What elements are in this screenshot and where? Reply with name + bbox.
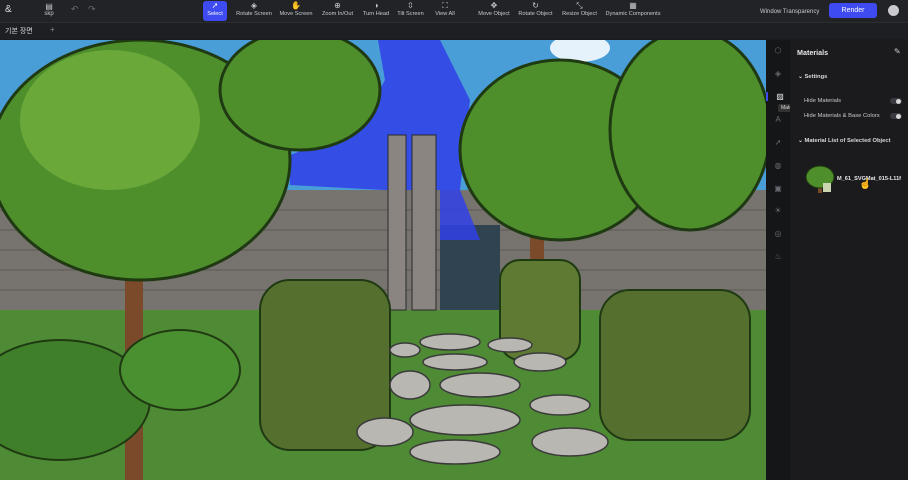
tree-canopy-far-right — [608, 40, 766, 232]
image-icon[interactable]: ▣ — [766, 184, 790, 193]
panel-title: Materials — [797, 48, 829, 57]
tool-move-object[interactable]: ✥ Move Object — [477, 1, 511, 21]
text-icon[interactable]: A — [766, 115, 790, 124]
undo-button[interactable]: ↶ — [71, 4, 79, 15]
materials-panel: Materials ✎ ⌄ Settings Hide Materials Hi… — [790, 40, 908, 480]
resize-object-icon: ⤡ — [576, 1, 583, 10]
arrow-icon[interactable]: ➚ — [766, 138, 790, 147]
rotate-object-icon: ↻ — [532, 1, 539, 10]
redo-button[interactable]: ↷ — [88, 4, 96, 15]
tool-rotate-screen-label: Rotate Screen — [236, 11, 272, 17]
app-logo-icon[interactable]: & — [5, 4, 12, 15]
hand-icon: ✋ — [291, 1, 301, 10]
pillar-left — [387, 134, 407, 311]
render-button[interactable]: Render — [829, 3, 877, 18]
hide-materials-toggle[interactable] — [890, 98, 902, 104]
pillar-right — [411, 134, 437, 311]
materials-icon[interactable]: ▨ — [766, 92, 792, 101]
cursor-icon: ➚ — [211, 1, 219, 10]
tool-zoom-label: Zoom In/Out — [321, 11, 354, 17]
dynamic-components-icon: ▦ — [629, 1, 637, 10]
tilt-screen-icon: ⇳ — [407, 1, 414, 10]
chevron-down-icon: ⌄ — [798, 138, 803, 144]
zoom-icon: ⊕ — [334, 1, 341, 10]
tool-tilt-screen-label: Tilt Screen — [397, 11, 424, 17]
tool-rotate-screen[interactable]: ◈ Rotate Screen — [235, 1, 273, 21]
tool-dynamic-components[interactable]: ▦ Dynamic Components — [604, 1, 662, 21]
tool-rotate-object[interactable]: ↻ Rotate Object — [517, 1, 554, 21]
settings-section-toggle[interactable]: ⌄ Settings — [798, 74, 827, 80]
add-scene-button[interactable]: + — [50, 25, 55, 34]
tree-canopy-mid — [218, 40, 382, 152]
tool-resize-object[interactable]: ⤡ Resize Object — [561, 1, 598, 21]
hide-materials-label: Hide Materials — [804, 98, 842, 104]
settings-heading: Settings — [804, 74, 828, 80]
tool-dynamic-components-label: Dynamic Components — [605, 11, 661, 17]
tool-tilt-screen[interactable]: ⇳ Tilt Screen — [396, 1, 425, 21]
tool-turn-head[interactable]: ◑ Turn Head — [361, 1, 391, 21]
tool-resize-object-label: Resize Object — [562, 11, 597, 17]
avatar[interactable] — [888, 5, 899, 16]
chevron-down-icon: ⌄ — [798, 74, 803, 80]
mouse-cursor-icon: ☝ — [859, 179, 872, 190]
tool-move-screen-label: Move Screen — [279, 11, 313, 17]
layers-icon[interactable]: ◈ — [766, 69, 790, 78]
cube-icon[interactable]: ⬡ — [766, 46, 790, 55]
material-list-heading: Material List of Selected Object — [804, 138, 891, 144]
hide-materials-base-label: Hide Materials & Base Colors — [804, 113, 880, 119]
tool-move-object-label: Move Object — [478, 11, 510, 17]
tool-turn-head-label: Turn Head — [362, 11, 390, 17]
sun-icon[interactable]: ☀ — [766, 206, 790, 215]
move-object-icon: ✥ — [490, 1, 498, 10]
view-all-icon: ⛶ — [442, 1, 448, 10]
tool-select[interactable]: ➚ Select — [203, 1, 227, 21]
tool-select-label: Select — [207, 11, 223, 17]
camera-icon[interactable]: ◎ — [766, 229, 790, 238]
edit-icon[interactable]: ✎ — [894, 47, 901, 56]
tool-zoom[interactable]: ⊕ Zoom In/Out — [321, 1, 354, 21]
tool-view-all-label: View All — [435, 11, 455, 17]
file-label: skp — [44, 11, 54, 17]
material-thumbnail[interactable] — [804, 165, 836, 195]
scene-tab-bar: 기본 장면 + — [0, 23, 908, 39]
rotate-screen-icon: ◈ — [250, 1, 258, 10]
globe-icon[interactable]: ◍ — [766, 161, 790, 170]
tool-move-screen[interactable]: ✋ Move Screen — [279, 1, 313, 21]
material-list-section-toggle[interactable]: ⌄ Material List of Selected Object — [798, 138, 891, 144]
hide-materials-base-toggle[interactable] — [890, 113, 902, 119]
turn-head-icon: ◑ — [373, 1, 379, 10]
top-toolbar: & ▤ skp ↶ ↷ ➚ Select ◈ Rotate Screen ✋ M… — [0, 0, 908, 23]
file-icon: ▤ — [45, 2, 53, 11]
garden-scene — [0, 40, 766, 480]
bush-left-2 — [119, 329, 241, 411]
tab-scene[interactable]: 기본 장면 — [5, 26, 33, 36]
tool-view-all[interactable]: ⛶ View All — [433, 1, 457, 21]
file-button[interactable]: ▤ skp — [42, 2, 56, 17]
3d-viewport[interactable] — [0, 40, 766, 480]
hedge-right — [599, 289, 751, 441]
tree-canopy-highlight — [20, 50, 200, 190]
window-transparency-button[interactable]: Window Transparency — [760, 9, 819, 15]
lamp-icon[interactable]: ♨ — [766, 252, 790, 261]
tool-rotate-object-label: Rotate Object — [518, 11, 553, 17]
